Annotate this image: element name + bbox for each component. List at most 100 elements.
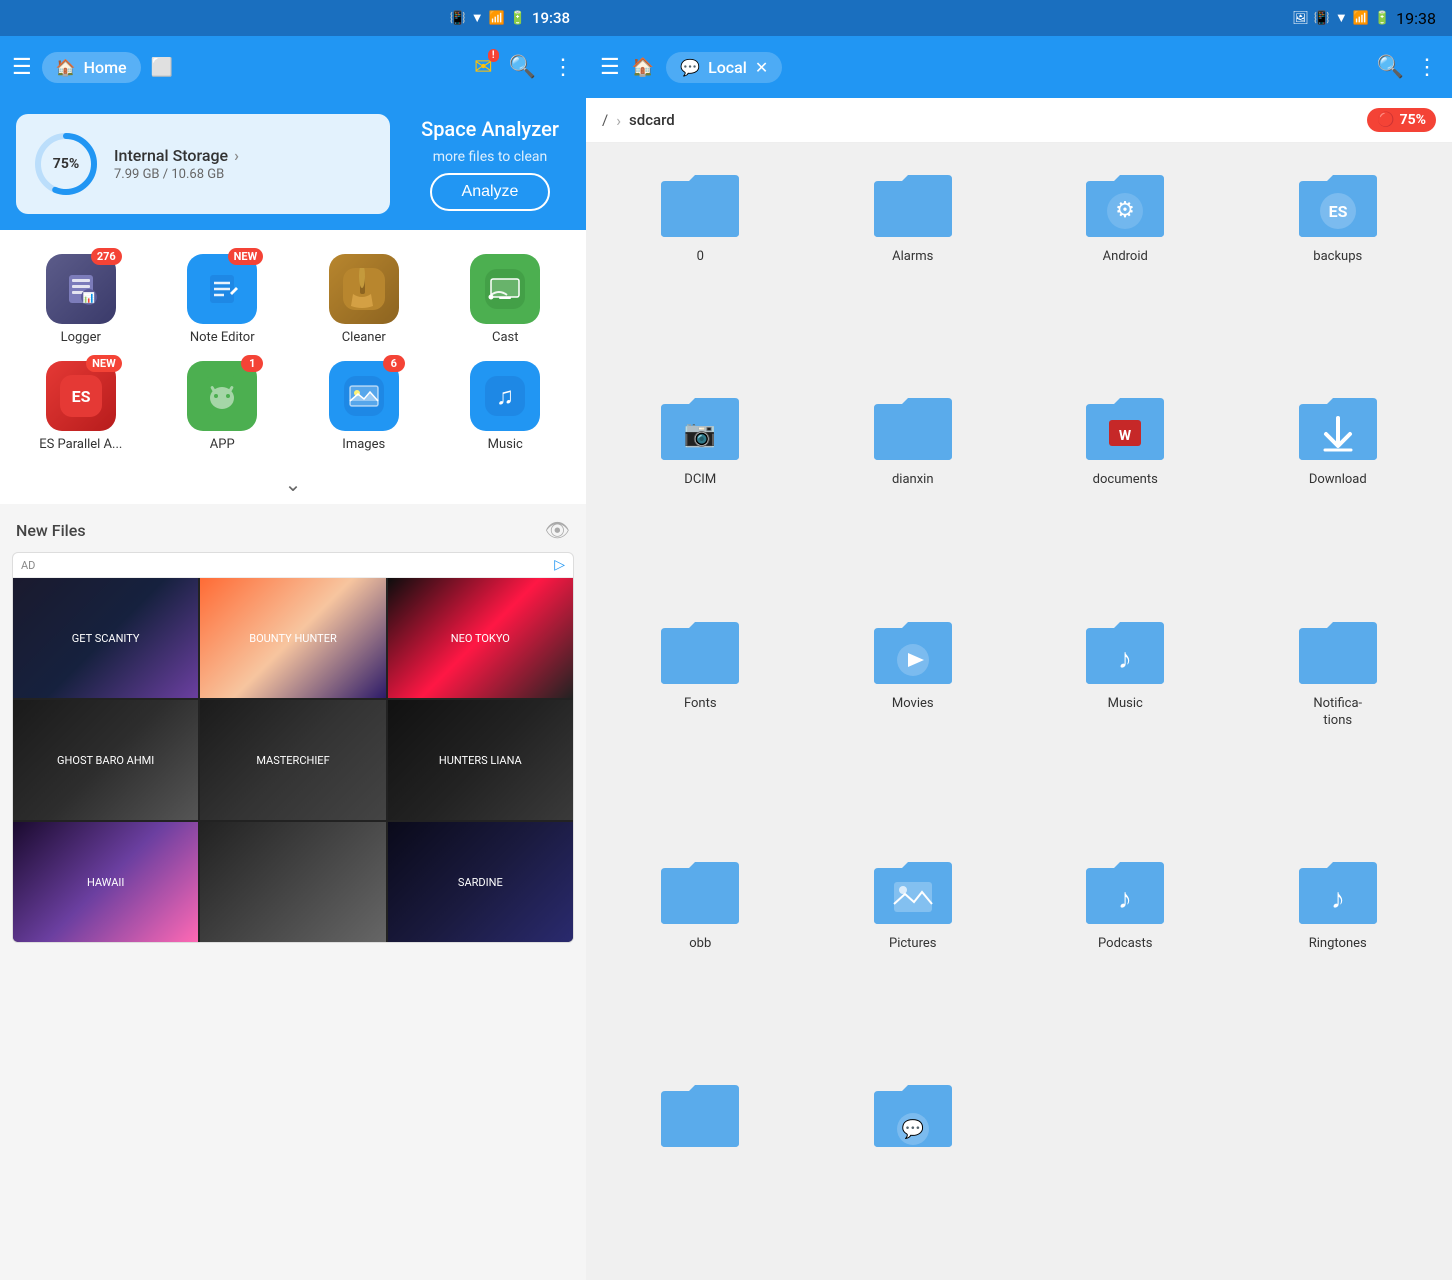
analyzer-title: Space Analyzer — [421, 117, 559, 141]
right-vibrate-icon: 📳 — [1314, 11, 1330, 26]
right-menu-icon[interactable]: ☰ — [600, 55, 620, 80]
right-more-icon[interactable]: ⋮ — [1416, 55, 1438, 80]
left-status-bar: 📳 ▼ 📶 🔋 19:38 — [0, 0, 586, 36]
folder-item-dcim[interactable]: 📷 DCIM — [594, 376, 807, 599]
right-panel: 🖼 📳 ▼ 📶 🔋 19:38 ☰ 🏠 💬 Local ✕ 🔍 ⋮ / › sd… — [586, 0, 1452, 1280]
svg-text:♪: ♪ — [1118, 882, 1132, 915]
usage-badge: 🔴 75% — [1367, 108, 1436, 132]
app-item-app[interactable]: 1 APP — [152, 353, 294, 460]
folder-item-0[interactable]: 0 — [594, 153, 807, 376]
folder-item-documents[interactable]: W documents — [1019, 376, 1232, 599]
right-home-icon[interactable]: 🏠 — [632, 57, 654, 78]
folder-download-label: Download — [1309, 472, 1367, 489]
folder-item-backups[interactable]: ES backups — [1232, 153, 1445, 376]
analyze-button[interactable]: Analyze — [430, 173, 551, 211]
right-search-icon[interactable]: 🔍 — [1377, 55, 1404, 80]
folder-dcim-icon: 📷 — [657, 390, 743, 464]
ad-cell-4: GHOST BARO AHMI — [13, 700, 198, 820]
app-grid: 📊 276 Logger NEW — [0, 230, 586, 468]
folder-movies-icon — [870, 614, 956, 688]
left-search-icon[interactable]: 🔍 — [509, 55, 536, 80]
storage-card: 75% Internal Storage › 7.99 GB / 10.68 G… — [0, 98, 586, 230]
folder-item-music[interactable]: ♪ Music — [1019, 600, 1232, 840]
svg-text:ES: ES — [71, 387, 90, 406]
app-icon-wrapper: 1 — [187, 361, 257, 431]
app-item-note-editor[interactable]: NEW Note Editor — [152, 246, 294, 353]
storage-circle: 75% — [32, 130, 100, 198]
new-files-title: New Files — [16, 521, 86, 540]
ad-cell-3: NEO TOKYO — [388, 578, 573, 698]
right-wifi-icon: ▼ — [1335, 10, 1348, 26]
note-editor-label: Note Editor — [190, 330, 255, 345]
es-icon-wrapper: ES NEW — [46, 361, 116, 431]
app-item-cast[interactable]: Cast — [435, 246, 577, 353]
expand-button[interactable]: ⌄ — [285, 472, 302, 496]
folder-obb-label: obb — [689, 936, 711, 953]
storage-text: Internal Storage › 7.99 GB / 10.68 GB — [114, 146, 239, 182]
folder-item-extra2[interactable]: 💬 — [807, 1063, 1020, 1270]
right-nav-bar: ☰ 🏠 💬 Local ✕ 🔍 ⋮ — [586, 36, 1452, 98]
breadcrumb-root[interactable]: / — [602, 111, 608, 129]
app-label: APP — [210, 437, 235, 452]
storage-subtitle: 7.99 GB / 10.68 GB — [114, 167, 239, 182]
images-label: Images — [342, 437, 385, 452]
svg-text:♪: ♪ — [1118, 642, 1132, 675]
folder-dianxin-icon — [870, 390, 956, 464]
folder-item-android[interactable]: ⚙ Android — [1019, 153, 1232, 376]
cast-label: Cast — [492, 330, 519, 345]
folder-item-dianxin[interactable]: dianxin — [807, 376, 1020, 599]
folder-podcasts-label: Podcasts — [1098, 936, 1152, 953]
ad-cell-5: MASTERCHIEF — [200, 700, 385, 820]
left-more-icon[interactable]: ⋮ — [552, 55, 574, 80]
local-button[interactable]: 💬 Local ✕ — [666, 52, 782, 83]
folder-item-download[interactable]: Download — [1232, 376, 1445, 599]
folder-item-ringtones[interactable]: ♪ Ringtones — [1232, 840, 1445, 1063]
folder-backups-icon: ES — [1295, 167, 1381, 241]
folder-dcim-label: DCIM — [684, 472, 716, 489]
folder-alarms-label: Alarms — [892, 249, 933, 266]
folder-item-alarms[interactable]: Alarms — [807, 153, 1020, 376]
music-icon-wrapper: ♫ — [470, 361, 540, 431]
folder-pictures-icon — [870, 854, 956, 928]
svg-text:♫: ♫ — [496, 382, 514, 410]
folder-item-obb[interactable]: obb — [594, 840, 807, 1063]
app-item-music[interactable]: ♫ Music — [435, 353, 577, 460]
folder-fonts-label: Fonts — [684, 696, 717, 713]
folder-item-notifications[interactable]: Notifica-tions — [1232, 600, 1445, 840]
app-item-cleaner[interactable]: Cleaner — [293, 246, 435, 353]
app-item-logger[interactable]: 📊 276 Logger — [10, 246, 152, 353]
left-time: 19:38 — [532, 9, 570, 27]
nav-actions: ✉ ! 🔍 ⋮ — [474, 55, 574, 80]
ad-cell-9: SARDINE — [388, 822, 573, 942]
app-item-images[interactable]: 6 Images — [293, 353, 435, 460]
cleaner-icon-wrapper — [329, 254, 399, 324]
right-battery-icon: 🔋 — [1374, 11, 1390, 26]
left-menu-icon[interactable]: ☰ — [12, 55, 32, 80]
folder-item-movies[interactable]: Movies — [807, 600, 1020, 840]
svg-text:♪: ♪ — [1331, 882, 1345, 915]
folder-documents-icon: W — [1082, 390, 1168, 464]
ad-text-9: SARDINE — [454, 872, 507, 893]
local-close-button[interactable]: ✕ — [755, 58, 768, 77]
folder-extra1-icon — [657, 1077, 743, 1151]
ad-cell-1: GET SCANITY — [13, 578, 198, 698]
app-badge: 1 — [241, 355, 263, 372]
local-label: Local — [708, 58, 747, 77]
cast-icon — [470, 254, 540, 324]
app-item-es-parallel[interactable]: ES NEW ES Parallel A... — [10, 353, 152, 460]
logger-icon-wrapper: 📊 276 — [46, 254, 116, 324]
folder-item-fonts[interactable]: Fonts — [594, 600, 807, 840]
folder-item-podcasts[interactable]: ♪ Podcasts — [1019, 840, 1232, 1063]
visibility-button[interactable]: 👁 — [545, 518, 570, 542]
breadcrumb-current[interactable]: sdcard — [629, 111, 675, 129]
storage-info-box[interactable]: 75% Internal Storage › 7.99 GB / 10.68 G… — [16, 114, 390, 214]
ad-arrow-icon: ▷ — [554, 557, 565, 573]
left-panel: 📳 ▼ 📶 🔋 19:38 ☰ 🏠 Home ⬜ ✉ ! 🔍 ⋮ — [0, 0, 586, 1280]
folder-item-extra1[interactable] — [594, 1063, 807, 1270]
home-button[interactable]: 🏠 Home — [42, 52, 141, 83]
folder-item-pictures[interactable]: Pictures — [807, 840, 1020, 1063]
new-files-header: New Files 👁 — [0, 504, 586, 552]
ad-cell-2: BOUNTY HUNTER — [200, 578, 385, 698]
wifi-icon: ▼ — [471, 10, 484, 26]
mail-button[interactable]: ✉ ! — [474, 55, 492, 80]
